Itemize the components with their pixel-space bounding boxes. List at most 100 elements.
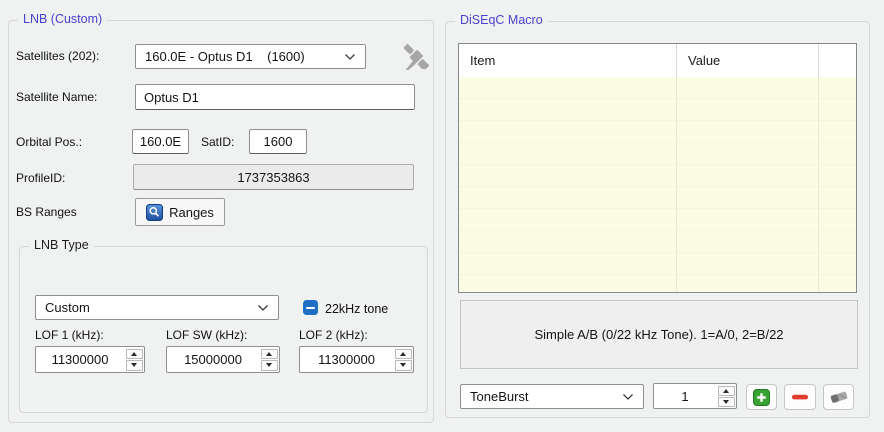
lnb-type-combobox[interactable]: Custom	[35, 295, 279, 320]
macro-description-box: Simple A/B (0/22 kHz Tone). 1=A/0, 2=B/2…	[460, 300, 858, 369]
eraser-icon	[829, 389, 849, 405]
spin-up-button[interactable]	[261, 349, 278, 360]
chevron-down-icon	[344, 53, 356, 61]
satid-value: 1600	[264, 134, 293, 149]
orbital-pos-value: 160.0E	[140, 134, 181, 149]
22khz-tone-label: 22kHz tone	[325, 302, 388, 316]
macro-count-value: 1	[654, 384, 716, 408]
satid-label: SatID:	[201, 135, 234, 149]
diseqc-table-body	[459, 77, 856, 292]
table-cell	[819, 165, 856, 186]
minus-icon	[791, 393, 809, 401]
table-row[interactable]	[459, 231, 856, 253]
lof2-label: LOF 2 (kHz):	[299, 328, 368, 342]
macro-command-value: ToneBurst	[470, 389, 529, 404]
column-header-blank	[819, 44, 856, 77]
spin-down-button[interactable]	[261, 360, 278, 371]
table-cell	[459, 121, 677, 142]
lnb-type-combobox-value: Custom	[45, 300, 90, 315]
table-row[interactable]	[459, 99, 856, 121]
table-cell	[459, 165, 677, 186]
table-row[interactable]	[459, 209, 856, 231]
profileid-field: 1737353863	[133, 164, 414, 190]
table-cell	[677, 99, 819, 120]
table-cell	[677, 187, 819, 208]
table-cell	[459, 143, 677, 164]
table-cell	[677, 121, 819, 142]
satellite-name-value: Optus D1	[144, 90, 199, 105]
profileid-label: ProfileID:	[16, 171, 65, 185]
table-cell	[459, 187, 677, 208]
diseqc-macro-table[interactable]: Item Value	[458, 43, 857, 293]
column-header-item[interactable]: Item	[459, 44, 677, 77]
spin-down-button[interactable]	[126, 360, 143, 371]
table-cell	[677, 165, 819, 186]
macro-command-combobox[interactable]: ToneBurst	[460, 384, 644, 409]
satid-input[interactable]: 1600	[249, 129, 307, 154]
spin-down-button[interactable]	[395, 360, 412, 371]
table-row[interactable]	[459, 165, 856, 187]
lnb-group-title: LNB (Custom)	[18, 12, 107, 26]
spin-up-button[interactable]	[718, 386, 735, 396]
lnb-settings-panel: LNB (Custom) Satellites (202): 160.0E - …	[0, 0, 884, 432]
satellite-icon[interactable]	[398, 40, 434, 81]
lof1-value: 11300000	[36, 347, 124, 372]
table-cell	[819, 209, 856, 230]
table-cell	[459, 253, 677, 274]
table-cell	[819, 253, 856, 274]
table-cell	[459, 209, 677, 230]
table-cell	[819, 121, 856, 142]
satellite-name-input[interactable]: Optus D1	[135, 84, 415, 110]
table-cell	[819, 77, 856, 98]
satellites-label: Satellites (202):	[16, 49, 99, 63]
table-row[interactable]	[459, 77, 856, 99]
table-cell	[459, 77, 677, 98]
table-row[interactable]	[459, 253, 856, 275]
table-cell	[677, 77, 819, 98]
diseqc-group-title: DiSEqC Macro	[455, 13, 548, 27]
ranges-button[interactable]: Ranges	[135, 198, 225, 226]
satellites-combobox-value: 160.0E - Optus D1 (1600)	[145, 49, 305, 64]
table-row[interactable]	[459, 143, 856, 165]
table-cell	[819, 231, 856, 252]
lof-sw-label: LOF SW (kHz):	[166, 328, 247, 342]
table-cell	[677, 253, 819, 274]
22khz-tone-checkbox[interactable]	[303, 300, 318, 315]
table-header: Item Value	[459, 44, 856, 77]
lof2-spinner[interactable]: 11300000	[299, 346, 414, 373]
remove-macro-button[interactable]	[784, 384, 816, 410]
table-cell	[677, 143, 819, 164]
chevron-down-icon	[622, 393, 634, 401]
table-cell	[459, 275, 677, 292]
table-cell	[677, 275, 819, 292]
lof1-label: LOF 1 (kHz):	[35, 328, 104, 342]
diseqc-macro-groupbox: DiSEqC Macro Item Value Simple A/B (0/22…	[445, 21, 870, 418]
table-row[interactable]	[459, 121, 856, 143]
spin-up-button[interactable]	[126, 349, 143, 360]
clear-macro-button[interactable]	[823, 384, 854, 410]
lof1-spinner[interactable]: 11300000	[35, 346, 145, 373]
table-row[interactable]	[459, 187, 856, 209]
lof-sw-value: 15000000	[167, 347, 259, 372]
column-header-value[interactable]: Value	[677, 44, 819, 77]
search-icon	[146, 204, 163, 221]
table-row[interactable]	[459, 275, 856, 292]
spin-down-button[interactable]	[718, 397, 735, 407]
table-cell	[459, 231, 677, 252]
satellites-combobox[interactable]: 160.0E - Optus D1 (1600)	[135, 44, 366, 69]
spin-up-button[interactable]	[395, 349, 412, 360]
ranges-button-label: Ranges	[169, 205, 214, 220]
table-cell	[819, 275, 856, 292]
macro-count-spinner[interactable]: 1	[653, 383, 737, 409]
lnb-type-group-title: LNB Type	[29, 238, 94, 252]
lof2-value: 11300000	[300, 347, 393, 372]
plus-icon	[753, 389, 770, 406]
add-macro-button[interactable]	[746, 384, 777, 410]
chevron-down-icon	[257, 304, 269, 312]
lof-sw-spinner[interactable]: 15000000	[166, 346, 280, 373]
orbital-pos-input[interactable]: 160.0E	[132, 129, 189, 154]
lnb-type-groupbox: LNB Type Custom 22kHz tone LOF 1 (kHz): …	[19, 246, 428, 413]
satellite-name-label: Satellite Name:	[16, 90, 97, 104]
table-cell	[819, 143, 856, 164]
table-cell	[819, 99, 856, 120]
